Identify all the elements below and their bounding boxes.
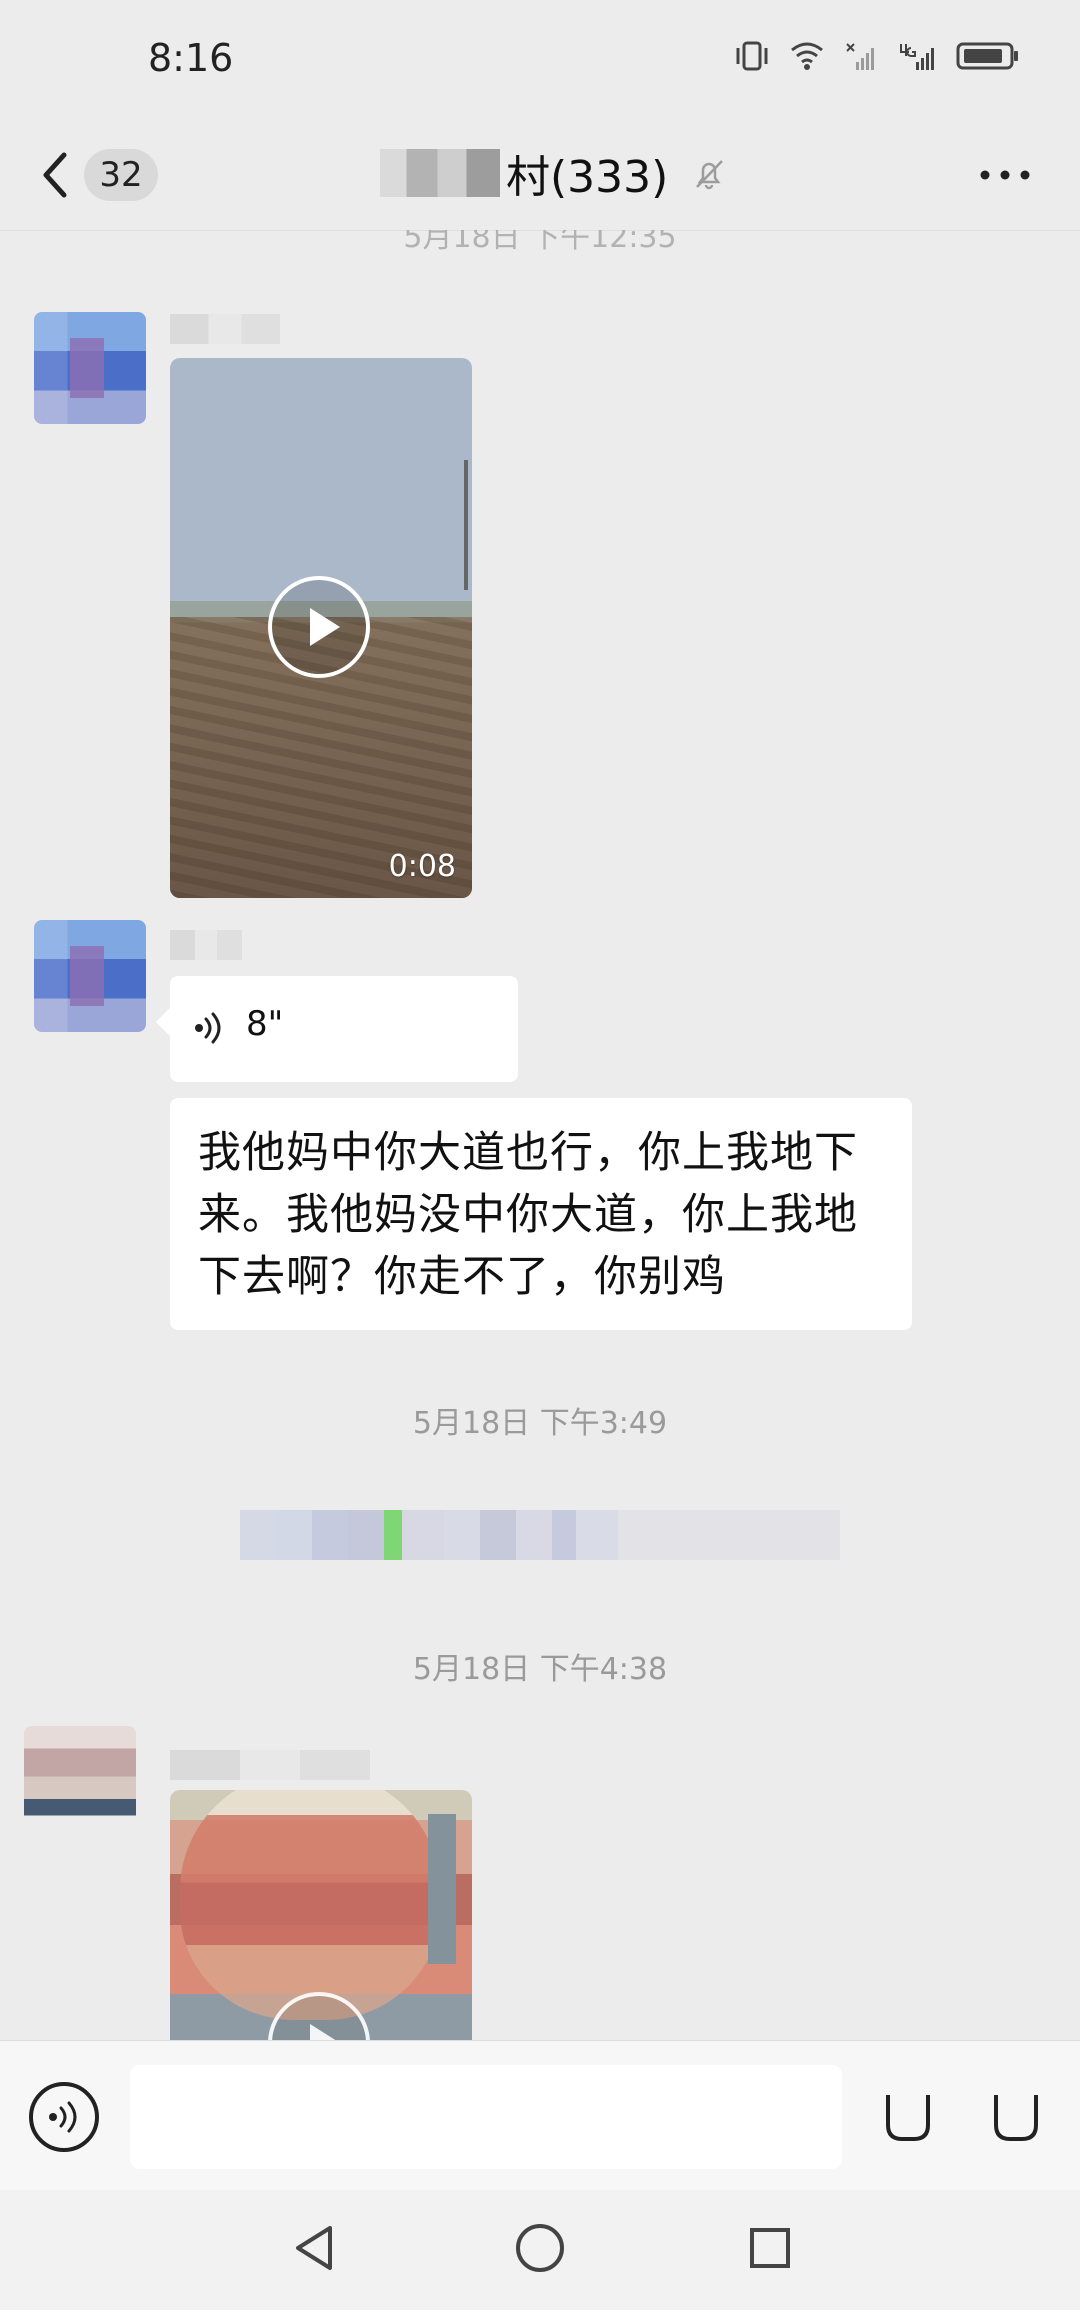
chat-area: 5月18日 下午12:35 0:08 8" 我他妈中你大道也行，你上我地下来。我… [0,230,1080,2040]
voice-duration: 8" [246,1004,284,1044]
sender-name-redacted [170,930,242,960]
system-home-button[interactable] [512,2220,568,2276]
voice-icon [29,2082,99,2152]
square-recent-icon [750,2228,790,2268]
avatar[interactable] [24,1726,136,1838]
text-message[interactable]: 我他妈中你大道也行，你上我地下来。我他妈没中你大道，你上我地下去啊？你走不了，你… [170,1098,912,1330]
sender-name-redacted [170,314,280,344]
wifi-icon [791,42,823,70]
timestamp: 5月18日 下午3:49 [412,1406,668,1441]
message-text: 我他妈中你大道也行，你上我地下来。我他妈没中你大道，你上我地下去啊？你走不了，你… [198,1128,858,1302]
system-navigation-bar [0,2190,1080,2310]
add-icon [994,2095,1038,2141]
system-recent-apps-button[interactable] [742,2220,798,2276]
vibrate-icon [736,41,768,71]
chat-title-text: 村(333) [506,152,669,203]
sender-name-redacted [170,1750,370,1780]
avatar[interactable] [34,920,146,1032]
system-message-redacted [240,1510,840,1560]
voice-message[interactable]: 8" [170,976,518,1082]
more-button[interactable] [970,150,1040,200]
avatar[interactable] [34,312,146,424]
chat-header: 32 村(333) [0,120,1080,231]
video-duration: 0:08 [388,849,456,884]
video-message[interactable]: 0:08 [170,358,472,898]
voice-icon [195,1012,221,1044]
timestamp-top: 5月18日 下午12:35 [403,230,677,255]
input-bar [0,2040,1080,2191]
message-input[interactable] [130,2065,842,2169]
chevron-left-icon [43,152,67,198]
timestamp: 5月18日 下午4:38 [412,1652,668,1687]
unread-badge: 32 [84,149,158,201]
status-time: 8:16 [148,36,234,80]
status-icons [734,40,1020,72]
play-icon [268,1992,370,2040]
video-message[interactable] [170,1790,472,2040]
back-button[interactable]: 32 [38,140,168,210]
emoji-button[interactable] [880,2087,936,2143]
status-bar: 8:16 [0,0,1080,120]
add-button[interactable] [988,2087,1044,2143]
battery-icon [956,42,1018,70]
signal-x-icon [846,43,874,70]
emoji-icon [886,2095,930,2141]
play-icon [268,576,370,678]
redacted-title-prefix [380,149,500,197]
system-back-button[interactable] [286,2220,342,2276]
voice-input-button[interactable] [26,2079,102,2155]
circle-home-icon [516,2224,564,2272]
signal-4g-icon [900,44,934,70]
bell-off-icon [696,160,724,190]
chat-title: 村(333) [380,138,726,208]
triangle-back-icon [296,2226,332,2270]
more-icon [980,170,1030,180]
